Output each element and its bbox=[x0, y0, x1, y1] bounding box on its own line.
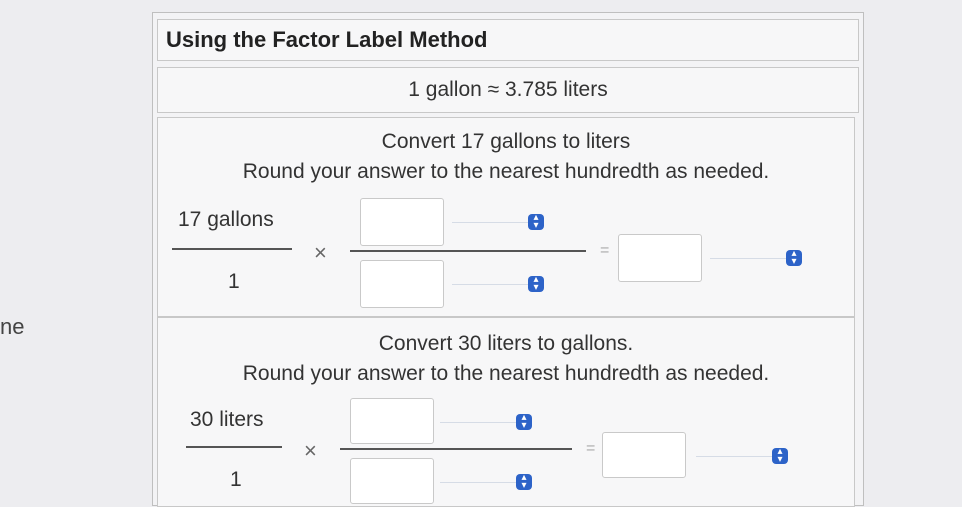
multiply-sign: × bbox=[314, 240, 327, 265]
problem-1-section: Convert 17 gallons to liters Round your … bbox=[157, 117, 855, 317]
conversion-numerator-input[interactable] bbox=[350, 398, 434, 444]
problem-1-instruction: Convert 17 gallons to liters bbox=[381, 130, 631, 153]
problem-2-rounding: Round your answer to the nearest hundred… bbox=[242, 362, 770, 385]
panel-title: Using the Factor Label Method bbox=[166, 27, 488, 52]
conversion-denominator-unit-select[interactable]: ▴ ▾ bbox=[440, 472, 532, 492]
conversion-denominator-input[interactable] bbox=[360, 260, 444, 308]
fraction-bar bbox=[172, 248, 292, 250]
problem-2-denominator: 1 bbox=[230, 468, 242, 491]
conversion-denominator-input[interactable] bbox=[350, 458, 434, 504]
problem-1-answer-unit-select[interactable]: ▴ ▾ bbox=[710, 248, 802, 268]
conversion-denominator-unit-select[interactable]: ▴ ▾ bbox=[452, 274, 544, 294]
equals-sign: = bbox=[600, 242, 610, 259]
problem-2-instruction: Convert 30 liters to gallons. bbox=[378, 332, 634, 355]
multiply-sign: × bbox=[304, 438, 317, 463]
equals-sign: = bbox=[586, 440, 596, 457]
problem-1-rounding: Round your answer to the nearest hundred… bbox=[242, 160, 770, 183]
conversion-numerator-unit-select[interactable]: ▴ ▾ bbox=[440, 412, 532, 432]
up-down-chevron-icon[interactable]: ▴ ▾ bbox=[772, 447, 788, 465]
cropped-side-text: ne bbox=[0, 314, 25, 339]
problem-1-numerator: 17 gallons bbox=[178, 208, 274, 231]
equivalence-row: 1 gallon ≈ 3.785 liters bbox=[157, 67, 859, 113]
up-down-chevron-icon[interactable]: ▴ ▾ bbox=[516, 413, 532, 431]
up-down-chevron-icon[interactable]: ▴ ▾ bbox=[786, 249, 802, 267]
factor-label-panel: Using the Factor Label Method 1 gallon ≈… bbox=[152, 12, 864, 507]
problem-1-denominator: 1 bbox=[228, 270, 240, 293]
up-down-chevron-icon[interactable]: ▴ ▾ bbox=[528, 213, 544, 231]
up-down-chevron-icon[interactable]: ▴ ▾ bbox=[528, 275, 544, 293]
fraction-bar bbox=[340, 448, 572, 450]
panel-header: Using the Factor Label Method bbox=[157, 19, 859, 61]
problem-2-answer-unit-select[interactable]: ▴ ▾ bbox=[696, 446, 788, 466]
up-down-chevron-icon[interactable]: ▴ ▾ bbox=[516, 473, 532, 491]
equivalence-text: 1 gallon ≈ 3.785 liters bbox=[408, 78, 608, 101]
conversion-numerator-input[interactable] bbox=[360, 198, 444, 246]
fraction-bar bbox=[350, 250, 586, 252]
conversion-numerator-unit-select[interactable]: ▴ ▾ bbox=[452, 212, 544, 232]
problem-2-numerator: 30 liters bbox=[190, 408, 264, 431]
fraction-bar bbox=[186, 446, 282, 448]
problem-1-answer-input[interactable] bbox=[618, 234, 702, 282]
problem-2-answer-input[interactable] bbox=[602, 432, 686, 478]
problem-2-section: Convert 30 liters to gallons. Round your… bbox=[157, 317, 855, 507]
